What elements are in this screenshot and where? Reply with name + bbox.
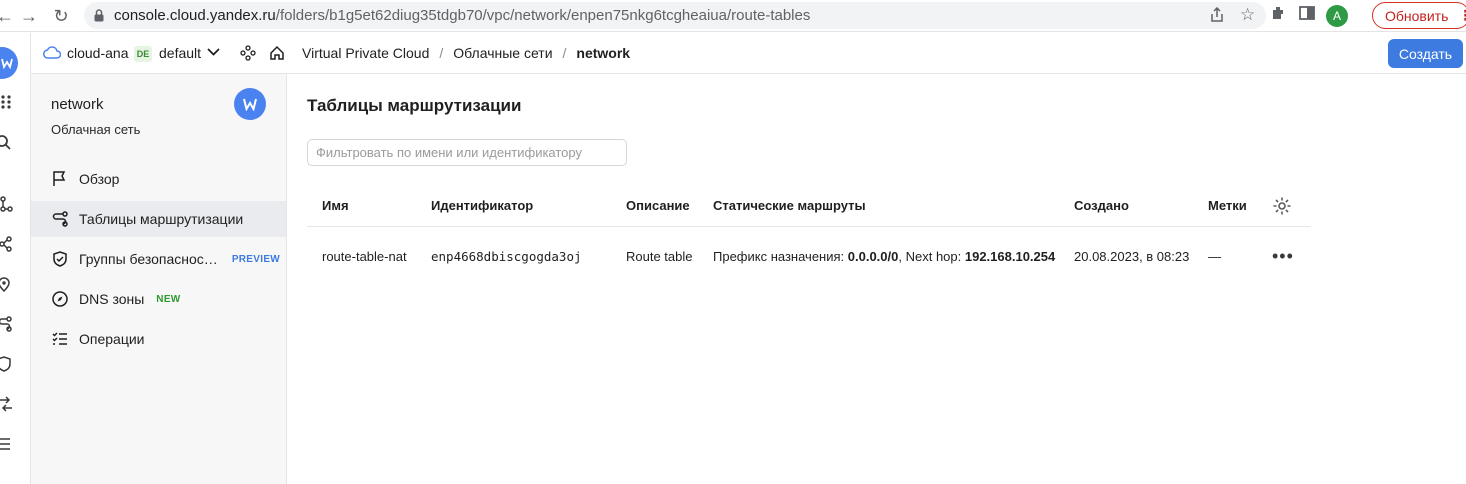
create-button[interactable]: Создать	[1388, 39, 1463, 68]
global-nav-rail	[0, 33, 31, 484]
cell-labels: —	[1208, 249, 1221, 264]
shield-icon[interactable]	[0, 356, 14, 372]
network-subtitle: Облачная сеть	[51, 122, 141, 137]
address-bar[interactable]: console.cloud.yandex.ru/folders/b1g5et62…	[84, 2, 1266, 29]
breadcrumb-separator: /	[562, 45, 567, 61]
sidebar-item-route-tables[interactable]: Таблицы маршрутизации	[31, 201, 286, 237]
vpc-service-icon	[234, 88, 266, 120]
nodes-icon[interactable]	[0, 236, 14, 252]
url-text: console.cloud.yandex.ru/folders/b1g5et62…	[114, 7, 810, 24]
lock-icon	[94, 9, 104, 22]
chevron-down-icon[interactable]	[207, 48, 220, 57]
apps-grid-icon[interactable]	[0, 94, 14, 110]
breadcrumb: Virtual Private Cloud / Облачные сети / netw…	[302, 45, 630, 61]
search-icon[interactable]	[0, 134, 14, 150]
preview-badge: PREVIEW	[231, 253, 281, 265]
sidebar-item-operations[interactable]: Операции	[31, 321, 286, 357]
routes-next-hop: 192.168.10.254	[964, 249, 1056, 264]
column-header-created[interactable]: Создано	[1074, 198, 1129, 213]
vpc-logo-icon[interactable]	[0, 47, 18, 79]
routes-prefix: 0.0.0.0/0	[847, 249, 899, 264]
cell-id[interactable]: enp4668dbiscgogda3oj	[431, 249, 582, 264]
browser-toolbar: ← → ↻ console.cloud.yandex.ru/folders/b1…	[0, 0, 1466, 32]
routes-prefix-label: Префикс назначения:	[713, 249, 848, 264]
column-header-description[interactable]: Описание	[626, 198, 690, 213]
cell-routes: Префикс назначения: 0.0.0.0/0, Next hop:…	[713, 249, 1055, 264]
folder-badge: DE	[134, 46, 152, 62]
side-panel-icon[interactable]	[1298, 4, 1316, 27]
sidebar-item-dns-zones[interactable]: DNS зоны NEW	[31, 281, 286, 317]
more-vert-icon: ⋮	[1458, 7, 1466, 23]
sidebar-item-label: Таблицы маршрутизации	[79, 211, 244, 227]
sidebar-item-label: DNS зоны	[79, 291, 145, 307]
sidebar-item-security-groups[interactable]: Группы безопаснос… PREVIEW	[31, 241, 286, 277]
more-actions-icon[interactable]: •••	[1272, 246, 1294, 267]
new-badge: NEW	[156, 293, 181, 305]
column-header-routes[interactable]: Статические маршруты	[713, 198, 866, 213]
service-sidebar: network Облачная сеть Обзор Таблицы марш…	[31, 74, 287, 484]
filter-input[interactable]	[307, 139, 627, 166]
forward-icon[interactable]: →	[16, 3, 42, 29]
table-row[interactable]: route-table-nat enp4668dbiscgogda3oj Rou…	[307, 228, 1311, 286]
column-header-labels[interactable]: Метки	[1208, 198, 1247, 213]
sidebar-item-overview[interactable]: Обзор	[31, 161, 286, 197]
star-icon[interactable]: ☆	[1240, 5, 1255, 25]
extensions-icon[interactable]	[1270, 4, 1288, 27]
shield-icon	[51, 250, 69, 268]
reload-icon[interactable]: ↻	[48, 3, 74, 29]
breadcrumb-vpc[interactable]: Virtual Private Cloud	[302, 45, 429, 61]
flag-icon	[51, 170, 69, 188]
share-icon[interactable]	[1210, 6, 1224, 28]
sidebar-item-label: Обзор	[79, 171, 120, 187]
location-icon[interactable]	[0, 276, 14, 292]
transfer-icon[interactable]	[0, 396, 14, 412]
list-icon	[51, 330, 69, 348]
route-icon[interactable]	[0, 316, 14, 332]
cell-created: 20.08.2023, в 08:23	[1074, 249, 1190, 264]
column-header-id[interactable]: Идентификатор	[431, 198, 533, 213]
cell-name[interactable]: route-table-nat	[322, 249, 407, 264]
sidebar-item-label: Операции	[79, 331, 145, 347]
compass-icon	[51, 290, 69, 308]
list-icon[interactable]	[0, 436, 14, 452]
routes-separator: , Next hop:	[898, 249, 965, 264]
profile-avatar[interactable]: A	[1326, 4, 1348, 27]
breadcrumb-separator: /	[439, 45, 444, 61]
home-icon[interactable]	[269, 45, 285, 61]
gear-icon[interactable]	[1272, 196, 1292, 216]
folder-selector[interactable]: default	[159, 45, 201, 61]
url-host: console.cloud.yandex.ru	[114, 7, 276, 24]
update-label: Обновить	[1385, 7, 1449, 24]
cloud-name[interactable]: cloud-ana	[67, 45, 129, 61]
cell-description: Route table	[626, 249, 693, 264]
network-icon[interactable]	[0, 196, 14, 212]
page-title: Таблицы маршрутизации	[307, 96, 522, 115]
cloud-icon	[43, 46, 61, 59]
column-header-name[interactable]: Имя	[322, 198, 349, 213]
url-path: /folders/b1g5et62diug35tdgb70/vpc/networ…	[275, 7, 811, 24]
route-icon	[51, 210, 69, 228]
network-title: network	[51, 96, 104, 113]
table-header: Имя Идентификатор Описание Статические м…	[307, 186, 1311, 227]
breadcrumb-networks[interactable]: Облачные сети	[453, 45, 552, 61]
console-header: cloud-ana DE default Virtual Private Clo…	[31, 33, 1466, 74]
services-icon[interactable]	[240, 45, 256, 61]
sidebar-item-label: Группы безопаснос…	[79, 251, 218, 267]
breadcrumb-current: network	[576, 45, 631, 61]
update-button[interactable]: Обновить ⋮	[1372, 2, 1466, 29]
